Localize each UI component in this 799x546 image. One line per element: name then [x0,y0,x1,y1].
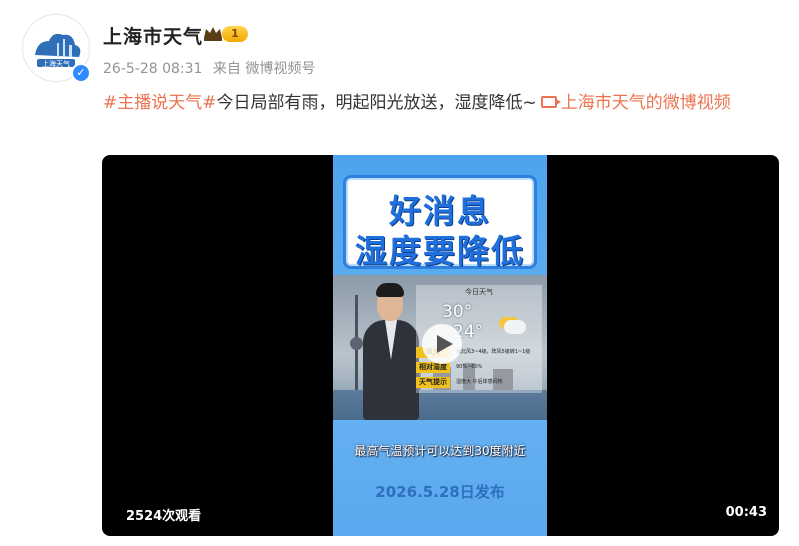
hashtag-link[interactable]: #主播说天气# [103,93,217,113]
play-icon[interactable] [422,324,462,364]
post-timestamp[interactable]: 26-5-28 08:31 [103,61,202,77]
post-meta: 26-5-28 08:31 来自 微博视频号 [103,58,321,78]
level-badge: 1 [222,26,248,42]
video-banner: 好消息 湿度要降低 [343,175,537,270]
row-value: 偏北风3~4级，阵风5级转1~1级 [456,349,531,355]
info-row-humidity: 相对湿度 90%~60% [416,362,542,373]
video-player[interactable]: 好消息 湿度要降低 今日天气 30° 24° 风力 [102,155,779,536]
avatar[interactable]: 上海天气 ✓ [22,14,91,83]
post-body: 今日局部有雨，明起阳光放送，湿度降低~ [216,93,537,113]
partly-cloudy-icon [504,320,526,334]
video-frame: 好消息 湿度要降低 今日天气 30° 24° 风力 [333,155,547,536]
row-value: 90%~60% [456,364,483,370]
crown-icon [204,27,222,41]
svg-text:上海天气: 上海天气 [42,59,70,68]
tv-tower-sphere [350,337,363,350]
presenter-hair [376,283,404,297]
video-subtitle: 最高气温预计可以达到30度附近 [354,444,526,458]
info-row-tip: 天气提示 湿度大 午后体感闷热 [416,377,542,388]
post-source: 来自 微博视频号 [212,61,316,77]
video-link[interactable]: 上海市天气的微博视频 [561,93,731,113]
row-value: 湿度大 午后体感闷热 [456,379,503,385]
author-name[interactable]: 上海市天气 [103,22,203,49]
temp-high: 30° [442,302,473,322]
banner-line2: 湿度要降低 [354,232,525,270]
view-count: 2524次观看 [126,509,202,524]
row-label: 天气提示 [416,377,450,388]
verified-badge-icon: ✓ [71,63,91,83]
video-link-icon [540,96,561,108]
post-text: #主播说天气#今日局部有雨，明起阳光放送，湿度降低~ 上海市天气的微博视频 [103,89,783,118]
panel-title: 今日天气 [465,288,493,296]
publish-date: 2026.5.28日发布 [375,483,505,501]
video-duration: 00:43 [725,505,767,520]
